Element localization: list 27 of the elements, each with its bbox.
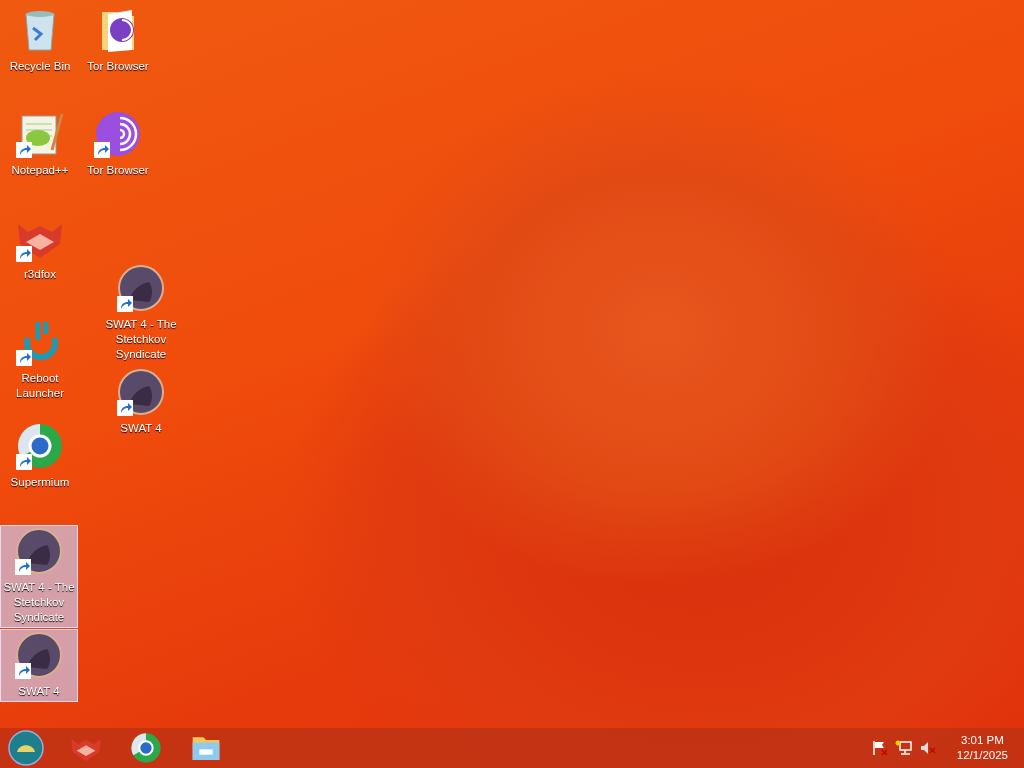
icon-label: r3dfox: [24, 267, 56, 282]
network-monitor-icon[interactable]: [894, 739, 913, 757]
icon-label: Reboot Launcher: [15, 371, 65, 401]
icon-label: SWAT 4: [18, 684, 60, 699]
desktop-shortcut[interactable]: Tor Browser: [79, 4, 157, 77]
icon-label: Recycle Bin: [9, 59, 71, 74]
desktop-shortcut[interactable]: SWAT 4 - The Stetchkov Syndicate: [0, 525, 78, 628]
desktop-shortcut[interactable]: SWAT 4: [102, 366, 180, 439]
taskbar-clock[interactable]: 3:01 PM 12/1/2025: [956, 733, 1008, 763]
browser-globe-icon[interactable]: [130, 732, 162, 764]
desktop-shortcut[interactable]: r3dfox: [1, 212, 79, 285]
icon-label: SWAT 4 - The Stetchkov Syndicate: [2, 580, 76, 625]
desktop-shortcut[interactable]: Recycle Bin: [1, 4, 79, 77]
icon-label: SWAT 4: [120, 421, 162, 436]
desktop-shortcut[interactable]: Tor Browser: [79, 108, 157, 181]
start-button[interactable]: [8, 730, 44, 766]
desktop-shortcut[interactable]: SWAT 4 - The Stetchkov Syndicate: [102, 262, 180, 365]
icon-label: Tor Browser: [87, 163, 149, 178]
action-center-flag-icon[interactable]: [870, 739, 889, 757]
desktop-shortcut[interactable]: Reboot Launcher: [1, 316, 79, 404]
desktop-shortcut[interactable]: Supermium: [1, 420, 79, 493]
icon-label: Supermium: [10, 475, 70, 490]
icon-label: Notepad++: [11, 163, 69, 178]
icon-label: SWAT 4 - The Stetchkov Syndicate: [104, 317, 178, 362]
icon-label: Tor Browser: [87, 59, 149, 74]
desktop-shortcut[interactable]: SWAT 4: [0, 629, 78, 702]
desktop-shortcut[interactable]: Notepad++: [1, 108, 79, 181]
